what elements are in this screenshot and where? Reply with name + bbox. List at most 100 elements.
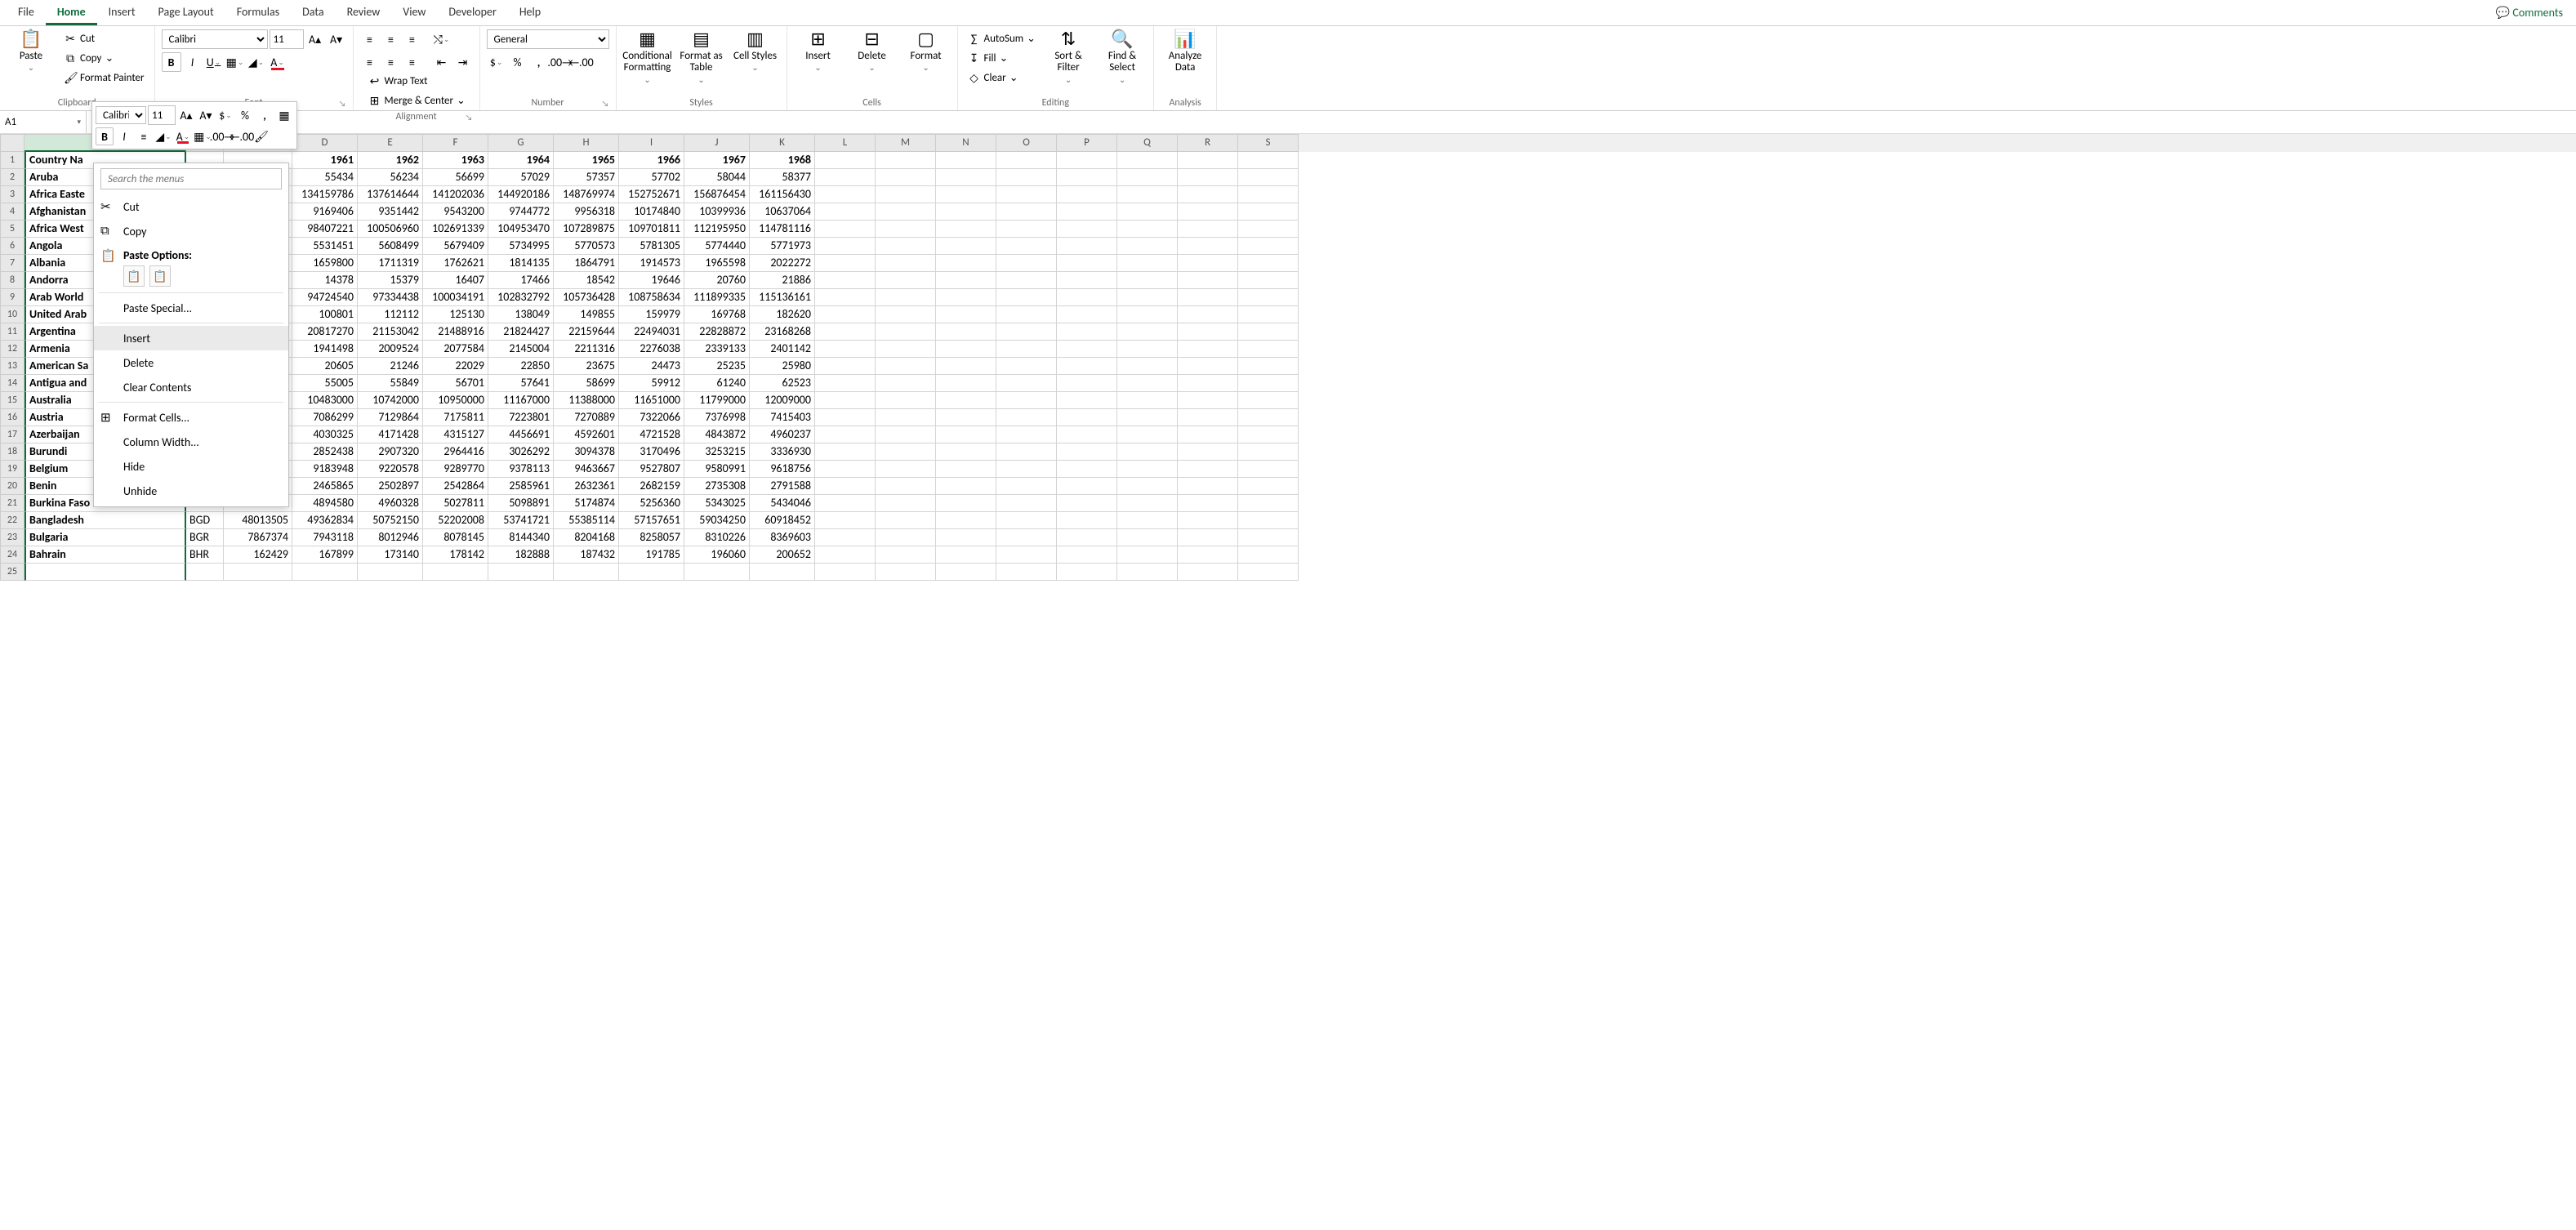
- cell[interactable]: 2401142: [750, 341, 815, 358]
- cell[interactable]: 125130: [423, 306, 488, 323]
- col-header-L[interactable]: L: [815, 134, 876, 152]
- cell[interactable]: 11799000: [684, 392, 750, 409]
- cell[interactable]: [1178, 512, 1238, 529]
- cell[interactable]: [996, 461, 1057, 478]
- cell[interactable]: [1178, 255, 1238, 272]
- cell[interactable]: [1057, 495, 1117, 512]
- cell[interactable]: [876, 443, 936, 461]
- cell[interactable]: 2735308: [684, 478, 750, 495]
- cell[interactable]: 56701: [423, 375, 488, 392]
- cell[interactable]: [876, 512, 936, 529]
- cell[interactable]: 7322066: [619, 409, 684, 426]
- cell[interactable]: 21886: [750, 272, 815, 289]
- cell[interactable]: [996, 152, 1057, 169]
- cell[interactable]: 3170496: [619, 443, 684, 461]
- underline-button[interactable]: U⌄: [204, 52, 224, 72]
- sort-filter-button[interactable]: ⇅Sort & Filter: [1044, 29, 1093, 86]
- cell[interactable]: [1238, 426, 1299, 443]
- context-search[interactable]: [100, 168, 282, 189]
- cell[interactable]: [1117, 375, 1178, 392]
- cell[interactable]: [358, 564, 423, 581]
- cell[interactable]: 17466: [488, 272, 554, 289]
- cell[interactable]: [936, 203, 996, 221]
- cell[interactable]: 4315127: [423, 426, 488, 443]
- mini-font-size[interactable]: [148, 105, 176, 125]
- cell[interactable]: 52202008: [423, 512, 488, 529]
- ribbon-tab-home[interactable]: Home: [46, 0, 97, 25]
- cell[interactable]: [1178, 564, 1238, 581]
- cell[interactable]: 55385114: [554, 512, 619, 529]
- cell[interactable]: 7943118: [292, 529, 358, 546]
- cell[interactable]: [996, 255, 1057, 272]
- cell[interactable]: 97334438: [358, 289, 423, 306]
- cell[interactable]: [996, 512, 1057, 529]
- cell[interactable]: 9169406: [292, 203, 358, 221]
- number-format-select[interactable]: General: [487, 29, 609, 49]
- cell[interactable]: 191785: [619, 546, 684, 564]
- cell[interactable]: 196060: [684, 546, 750, 564]
- decrease-decimal-button[interactable]: ←.00: [572, 52, 591, 72]
- cell[interactable]: [1238, 546, 1299, 564]
- cell[interactable]: [876, 546, 936, 564]
- cell[interactable]: [1117, 478, 1178, 495]
- cell-styles-button[interactable]: ▥Cell Styles: [731, 29, 780, 74]
- cell[interactable]: [876, 255, 936, 272]
- align-right-button[interactable]: ≡: [403, 52, 422, 72]
- comments-button[interactable]: Comments: [2489, 2, 2569, 23]
- cell[interactable]: [1057, 341, 1117, 358]
- cell[interactable]: [876, 409, 936, 426]
- cell[interactable]: [1238, 152, 1299, 169]
- cell[interactable]: [996, 306, 1057, 323]
- cell[interactable]: 5679409: [423, 238, 488, 255]
- cell[interactable]: Bangladesh: [25, 512, 186, 529]
- cell[interactable]: 2022272: [750, 255, 815, 272]
- row-header[interactable]: 25: [0, 564, 25, 581]
- cell[interactable]: 7175811: [423, 409, 488, 426]
- col-header-K[interactable]: K: [750, 134, 815, 152]
- cell[interactable]: 7415403: [750, 409, 815, 426]
- cell[interactable]: [1238, 443, 1299, 461]
- cell[interactable]: 182620: [750, 306, 815, 323]
- orientation-button[interactable]: ⤭⌄: [432, 29, 452, 49]
- cell[interactable]: 2339133: [684, 341, 750, 358]
- cell[interactable]: [1057, 186, 1117, 203]
- cell[interactable]: [1117, 306, 1178, 323]
- cell[interactable]: 1864791: [554, 255, 619, 272]
- cell[interactable]: 7129864: [358, 409, 423, 426]
- cell[interactable]: BHR: [186, 546, 224, 564]
- cell[interactable]: [996, 238, 1057, 255]
- col-header-S[interactable]: S: [1238, 134, 1299, 152]
- cell[interactable]: [936, 426, 996, 443]
- cell[interactable]: 5734995: [488, 238, 554, 255]
- mini-comma[interactable]: ,: [256, 106, 274, 124]
- cell[interactable]: [876, 478, 936, 495]
- cell[interactable]: 161156430: [750, 186, 815, 203]
- cell[interactable]: 1966: [619, 152, 684, 169]
- context-unhide[interactable]: Unhide: [94, 479, 288, 503]
- cell[interactable]: 15379: [358, 272, 423, 289]
- cell[interactable]: [619, 564, 684, 581]
- italic-button[interactable]: I: [183, 52, 203, 72]
- conditional-formatting-button[interactable]: ▦Conditional Formatting: [623, 29, 672, 86]
- cell[interactable]: [936, 546, 996, 564]
- format-cells-button[interactable]: ▢Format: [902, 29, 951, 74]
- cell[interactable]: [1057, 512, 1117, 529]
- cell[interactable]: [1057, 323, 1117, 341]
- cell[interactable]: 100034191: [423, 289, 488, 306]
- cell[interactable]: 104953470: [488, 221, 554, 238]
- cell[interactable]: [1057, 546, 1117, 564]
- cell[interactable]: 4171428: [358, 426, 423, 443]
- cell[interactable]: [996, 221, 1057, 238]
- increase-font-button[interactable]: A▴: [305, 29, 325, 49]
- cell[interactable]: 22029: [423, 358, 488, 375]
- cell[interactable]: 2791588: [750, 478, 815, 495]
- format-as-table-button[interactable]: ▤Format as Table: [677, 29, 726, 86]
- cell[interactable]: 105736428: [554, 289, 619, 306]
- ribbon-tab-view[interactable]: View: [391, 0, 437, 25]
- cell[interactable]: [1238, 495, 1299, 512]
- cell[interactable]: 56699: [423, 169, 488, 186]
- cell[interactable]: 9744772: [488, 203, 554, 221]
- cell[interactable]: 5608499: [358, 238, 423, 255]
- mini-dec-decimal[interactable]: ←.00: [233, 127, 251, 145]
- row-header[interactable]: 7: [0, 255, 25, 272]
